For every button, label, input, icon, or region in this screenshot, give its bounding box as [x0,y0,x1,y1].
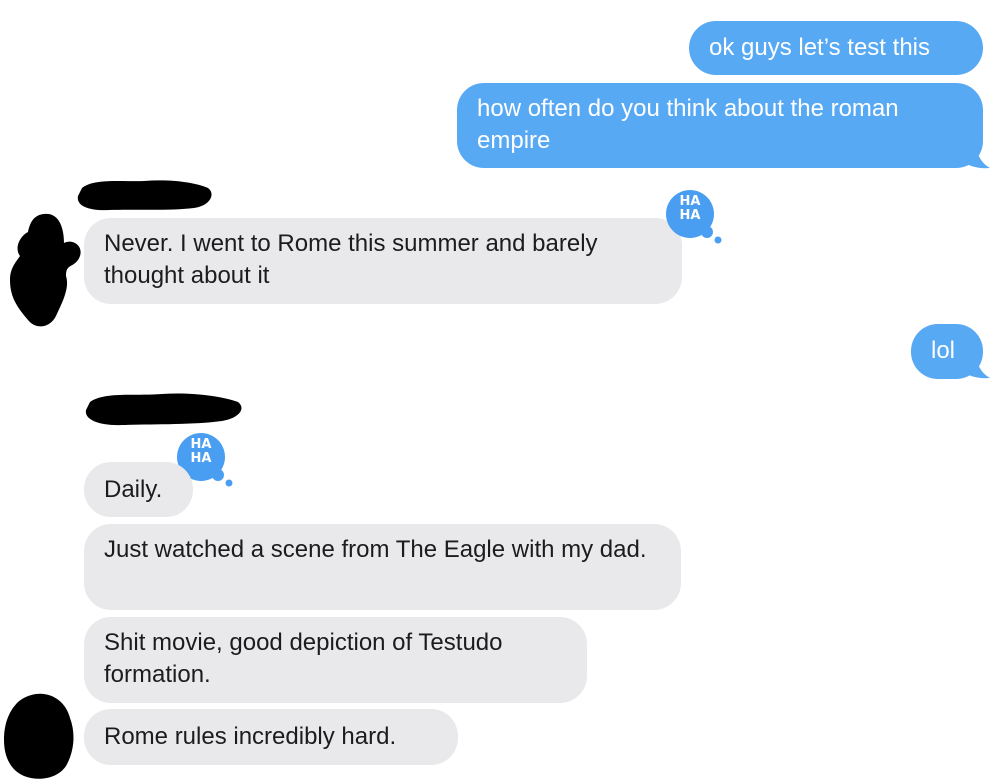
bubble-tail [955,140,990,169]
message-bubble-received[interactable]: Shit movie, good depiction of Testudo fo… [84,617,587,703]
message-bubble-received[interactable]: Never. I went to Rome this summer and ba… [84,218,682,304]
tapback-text: HA [679,208,701,223]
redacted-sender-name [77,180,212,211]
redacted-sender-name [85,393,242,426]
message-bubble-received[interactable]: Rome rules incredibly hard. [84,709,458,765]
tapback-text: HA [190,451,212,466]
message-bubble-sent[interactable]: how often do you think about the roman e… [457,83,983,168]
redacted-avatar [10,213,81,327]
bubble-tail [955,350,990,379]
haha-tapback-icon[interactable]: HA HA [664,189,724,245]
tapback-text: HA [190,437,212,452]
redacted-avatar [4,693,74,779]
message-bubble-sent[interactable]: ok guys let’s test this [689,21,983,75]
message-bubble-received[interactable]: Daily. [84,462,193,517]
message-bubble-received[interactable]: Just watched a scene from The Eagle with… [84,524,681,610]
tapback-text: HA [679,194,701,209]
